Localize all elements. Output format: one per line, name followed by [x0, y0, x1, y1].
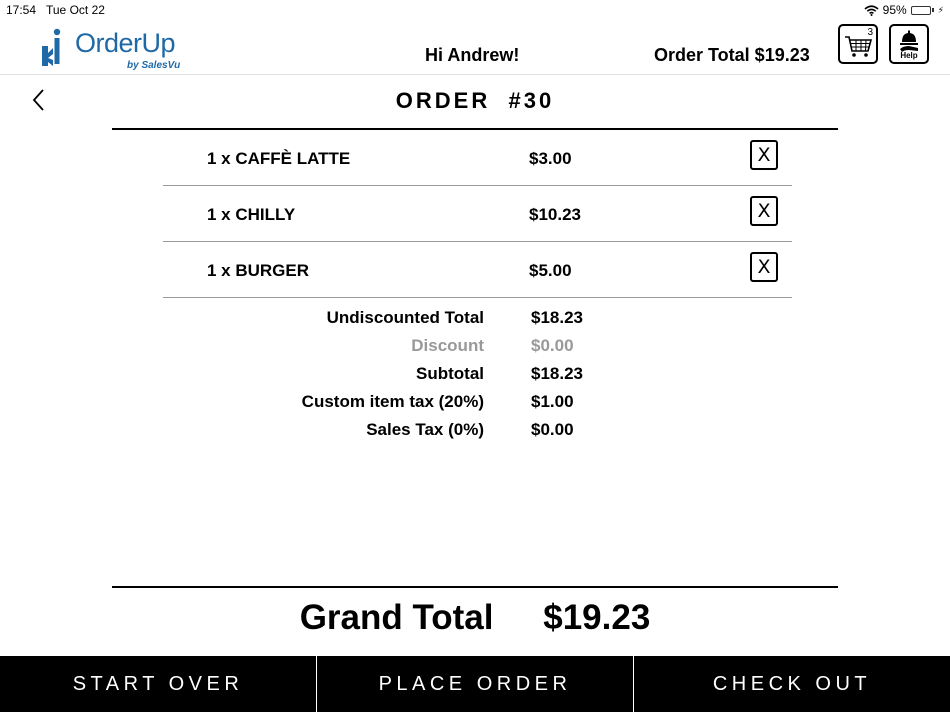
logo-subtitle: by SalesVu — [127, 60, 181, 71]
discount-value: $0.00 — [531, 336, 574, 355]
undiscounted-total-label: Undiscounted Total — [326, 308, 484, 327]
start-over-button[interactable]: START OVER — [0, 656, 316, 712]
order-items-list: 1 x CAFFÈ LATTE $3.00 X 1 x CHILLY $10.2… — [163, 130, 792, 298]
remove-item-button[interactable]: X — [750, 252, 778, 282]
item-price: $5.00 — [529, 261, 572, 280]
list-item: 1 x BURGER $5.00 X — [163, 242, 792, 298]
cart-button[interactable]: 3 — [838, 24, 878, 64]
list-item: 1 x CAFFÈ LATTE $3.00 X — [163, 130, 792, 186]
app-header: OrderUp by SalesVu Hi Andrew! Order Tota… — [0, 20, 950, 75]
order-title: ORDER #30 — [395, 88, 555, 113]
status-bar: 17:54 Tue Oct 22 95% ⚡ — [0, 0, 950, 20]
item-name: 1 x CAFFÈ LATTE — [207, 149, 351, 168]
discount-row: Discount $0.00 — [163, 336, 792, 364]
help-label: Help — [900, 51, 918, 60]
item-price: $10.23 — [529, 205, 581, 224]
greeting-text: Hi Andrew! — [425, 45, 520, 65]
sales-tax-value: $0.00 — [531, 420, 574, 439]
sales-tax-label: Sales Tax (0%) — [366, 420, 484, 439]
item-name: 1 x CHILLY — [207, 205, 296, 224]
remove-item-button[interactable]: X — [750, 196, 778, 226]
discount-label: Discount — [411, 336, 484, 355]
battery-icon — [910, 5, 931, 15]
list-item: 1 x CHILLY $10.23 X — [163, 186, 792, 242]
undiscounted-total-row: Undiscounted Total $18.23 — [163, 308, 792, 336]
battery-tip — [931, 8, 934, 12]
charging-icon: ⚡ — [937, 4, 944, 15]
custom-tax-label: Custom item tax (20%) — [301, 392, 484, 411]
remove-item-button[interactable]: X — [750, 140, 778, 170]
undiscounted-total-value: $18.23 — [531, 308, 583, 327]
orderup-logo: OrderUp by SalesVu — [40, 26, 200, 71]
grand-total-value: $19.23 — [543, 598, 651, 637]
totals-breakdown: Undiscounted Total $18.23 Discount $0.00… — [163, 308, 792, 448]
cart-count-badge: 3 — [867, 27, 873, 38]
sales-tax-row: Sales Tax (0%) $0.00 — [163, 420, 792, 448]
item-name: 1 x BURGER — [207, 261, 310, 280]
place-order-button[interactable]: PLACE ORDER — [316, 656, 633, 712]
subtotal-value: $18.23 — [531, 364, 583, 383]
custom-tax-value: $1.00 — [531, 392, 574, 411]
status-time: 17:54 — [6, 3, 37, 17]
header-order-total: Order Total $19.23 — [654, 45, 810, 65]
battery-percent: 95% — [882, 3, 907, 17]
status-date: Tue Oct 22 — [46, 3, 105, 17]
logo-text: OrderUp — [75, 28, 176, 58]
grand-total: Grand Total $19.23 — [0, 598, 950, 638]
wifi-icon — [864, 4, 879, 16]
help-button[interactable]: Help — [889, 24, 929, 64]
status-indicators: 95% ⚡ — [864, 3, 944, 17]
subtotal-label: Subtotal — [416, 364, 484, 383]
logo-mark-icon — [42, 28, 61, 66]
check-out-button[interactable]: CHECK OUT — [633, 656, 950, 712]
divider-bottom — [112, 586, 838, 588]
subtotal-row: Subtotal $18.23 — [163, 364, 792, 392]
custom-tax-row: Custom item tax (20%) $1.00 — [163, 392, 792, 420]
action-bar: START OVER PLACE ORDER CHECK OUT — [0, 656, 950, 712]
item-price: $3.00 — [529, 149, 572, 168]
grand-total-label: Grand Total — [299, 598, 494, 637]
